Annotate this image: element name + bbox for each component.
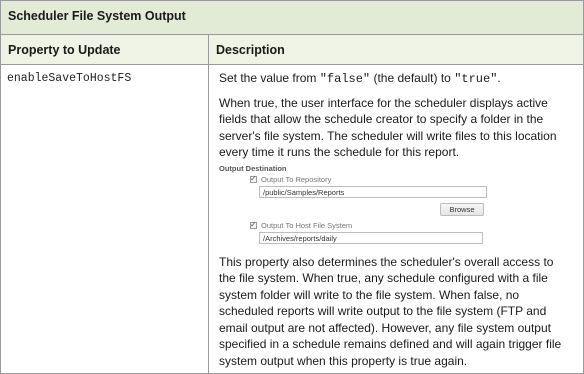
p1-middle: (the default) to [370, 71, 455, 85]
table-title-row: Scheduler File System Output [0, 0, 584, 35]
property-name: enableSaveToHostFS [0, 64, 209, 374]
output-to-host-fs-label: Output To Host File System [261, 220, 353, 230]
value-true: "true" [454, 72, 498, 86]
repository-path-field[interactable]: /public/Samples/Reports [259, 185, 487, 198]
description-paragraph-2: When true, the user interface for the sc… [219, 95, 557, 160]
output-to-repository-label: Output To Repository [261, 174, 332, 184]
output-to-repository-checkbox[interactable] [250, 174, 257, 184]
column-header-description: Description [207, 34, 584, 65]
description-paragraph-3: This property also determines the schedu… [219, 254, 562, 368]
p1-suffix: . [497, 71, 501, 85]
output-destination-label: Output Destination [219, 163, 287, 173]
description-paragraph-1: Set the value from "false" (the default)… [219, 70, 573, 88]
host-fs-path-field[interactable]: /Archives/reports/daily [259, 231, 483, 244]
column-header-property: Property to Update [0, 34, 209, 65]
table-row: enableSaveToHostFS Set the value from "f… [0, 64, 584, 374]
scheduler-output-table: Scheduler File System Output Property to… [0, 0, 584, 374]
table-title: Scheduler File System Output [0, 0, 584, 35]
table-header-row: Property to Update Description [0, 34, 584, 65]
description-cell: Set the value from "false" (the default)… [207, 64, 584, 374]
p1-prefix: Set the value from [219, 71, 320, 85]
value-false: "false" [319, 72, 371, 86]
output-destination-screenshot: Output Destination Output To Repository … [219, 163, 487, 246]
browse-button[interactable]: Browse [440, 202, 484, 216]
output-to-host-fs-checkbox[interactable] [250, 220, 257, 230]
